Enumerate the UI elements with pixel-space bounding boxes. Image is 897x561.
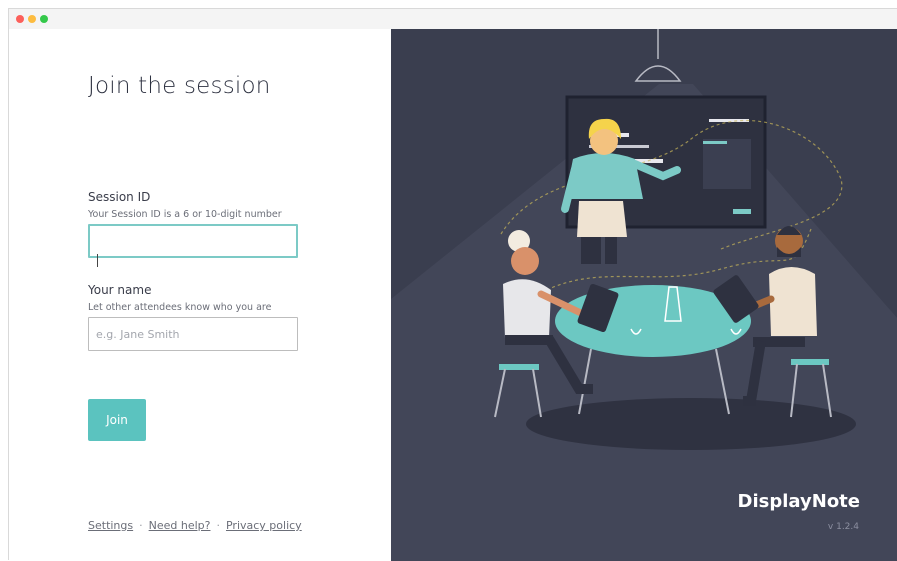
close-window-button[interactable] bbox=[16, 15, 24, 23]
footer-separator: · bbox=[139, 519, 143, 532]
app-window: Join the session Session ID Your Session… bbox=[8, 8, 897, 561]
meeting-illustration bbox=[391, 29, 897, 561]
footer-links: Settings · Need help? · Privacy policy bbox=[88, 519, 302, 532]
session-id-hint: Your Session ID is a 6 or 10-digit numbe… bbox=[88, 209, 282, 220]
need-help-link[interactable]: Need help? bbox=[149, 519, 211, 532]
your-name-label: Your name bbox=[88, 283, 152, 297]
session-id-label: Session ID bbox=[88, 190, 151, 204]
session-id-input[interactable] bbox=[88, 224, 298, 258]
your-name-hint: Let other attendees know who you are bbox=[88, 302, 272, 313]
text-cursor bbox=[97, 254, 98, 267]
footer-separator: · bbox=[216, 519, 220, 532]
your-name-input[interactable] bbox=[88, 317, 298, 351]
page-title: Join the session bbox=[88, 73, 271, 99]
illustration-panel: DisplayNote v 1.2.4 bbox=[391, 29, 897, 561]
minimize-window-button[interactable] bbox=[28, 15, 36, 23]
brand-logo: DisplayNote bbox=[737, 491, 860, 512]
privacy-policy-link[interactable]: Privacy policy bbox=[226, 519, 302, 532]
settings-link[interactable]: Settings bbox=[88, 519, 133, 532]
zoom-window-button[interactable] bbox=[40, 15, 48, 23]
app-version: v 1.2.4 bbox=[827, 522, 859, 532]
join-form-panel: Join the session Session ID Your Session… bbox=[9, 29, 391, 561]
title-bar bbox=[9, 9, 897, 30]
join-button[interactable]: Join bbox=[88, 399, 146, 441]
